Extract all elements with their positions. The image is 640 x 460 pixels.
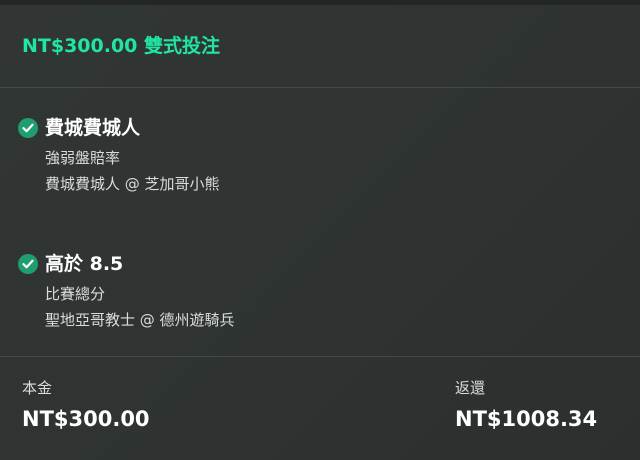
stake-value: NT$300.00 [22,407,150,431]
return-value: NT$1008.34 [455,407,598,431]
check-circle-icon [18,118,38,138]
leg-selection: 高於 8.5 [45,253,124,275]
bet-header: NT$300.00 雙式投注 [0,5,640,88]
leg-event: 聖地亞哥教士 @ 德州遊騎兵 [45,311,235,329]
check-circle-icon [18,254,38,274]
header-bet-type: 雙式投注 [144,35,221,57]
leg-header: 費城費城人 [18,115,622,141]
stake-summary: 本金 NT$300.00 [22,378,150,433]
bet-summary: 本金 NT$300.00 返還 NT$1008.34 [0,356,640,460]
header-stake: NT$300.00 [22,35,138,57]
return-summary: 返還 NT$1008.34 [455,378,597,433]
stake-label: 本金 [22,379,53,397]
leg-header: 高於 8.5 [18,251,622,277]
bet-leg: 高於 8.5 比賽總分 聖地亞哥教士 @ 德州遊騎兵 [18,251,622,331]
leg-selection: 費城費城人 [45,117,141,139]
bet-title: NT$300.00 雙式投注 [22,33,640,59]
leg-market: 比賽總分 [45,285,106,303]
bet-slip-card: NT$300.00 雙式投注 費城費城人 強弱盤賠率 費城費城人 @ 芝加哥小熊… [0,0,640,460]
return-label: 返還 [455,379,486,397]
leg-market: 強弱盤賠率 [45,149,121,167]
leg-event: 費城費城人 @ 芝加哥小熊 [45,175,220,193]
bet-leg: 費城費城人 強弱盤賠率 費城費城人 @ 芝加哥小熊 [18,115,622,195]
